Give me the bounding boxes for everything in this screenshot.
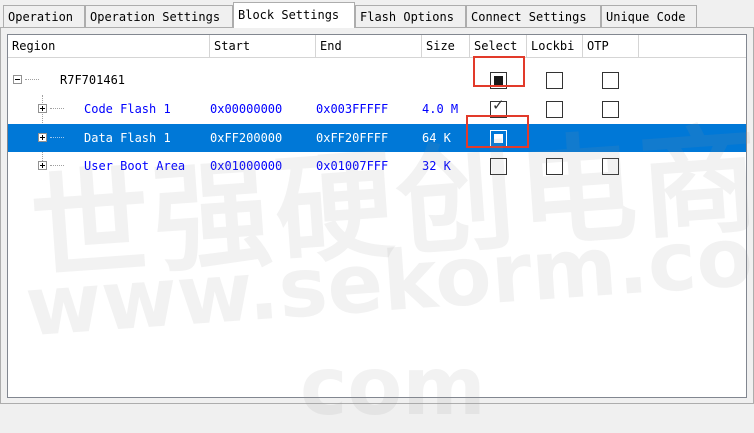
collapse-toggle-icon[interactable]	[13, 75, 22, 84]
table-row[interactable]: User Boot Area 0x01000000 0x01007FFF 32 …	[8, 152, 746, 180]
select-checkbox[interactable]	[490, 130, 507, 147]
tree-branch	[25, 79, 39, 80]
lockbit-checkbox[interactable]	[546, 101, 563, 118]
otp-checkbox[interactable]	[602, 158, 619, 175]
expand-toggle-icon[interactable]	[38, 104, 47, 113]
column-otp[interactable]: OTP	[583, 35, 639, 57]
table-row[interactable]: Data Flash 1 0xFF200000 0xFF20FFFF 64 K	[8, 124, 746, 152]
region-name: Code Flash 1	[84, 102, 171, 116]
region-name: Data Flash 1	[84, 131, 171, 145]
block-size: 64 K	[422, 131, 451, 145]
block-size: 32 K	[422, 159, 451, 173]
tree-branch	[50, 165, 64, 166]
table-row[interactable]: Code Flash 1 0x00000000 0x003FFFFF 4.0 M	[8, 95, 746, 123]
tree-branch	[50, 137, 64, 138]
column-size[interactable]: Size	[422, 35, 470, 57]
block-tree-grid: Region Start End Size Select Lockbi OTP …	[7, 34, 747, 398]
select-checkbox[interactable]	[490, 72, 507, 89]
tree-branch	[50, 108, 64, 109]
region-name: R7F701461	[60, 73, 126, 87]
column-lockbit[interactable]: Lockbi	[527, 35, 583, 57]
otp-checkbox[interactable]	[602, 72, 619, 89]
column-end[interactable]: End	[316, 35, 422, 57]
start-address: 0x01000000	[210, 159, 283, 173]
tab-operation-settings[interactable]: Operation Settings	[85, 5, 233, 27]
end-address: 0x01007FFF	[316, 159, 389, 173]
tab-unique-code[interactable]: Unique Code	[601, 5, 697, 27]
tab-operation[interactable]: Operation	[3, 5, 85, 27]
lockbit-checkbox[interactable]	[546, 158, 563, 175]
start-address: 0xFF200000	[210, 131, 283, 145]
column-region[interactable]: Region	[8, 35, 210, 57]
end-address: 0x003FFFFF	[316, 102, 389, 116]
tab-block-settings[interactable]: Block Settings	[233, 2, 355, 28]
table-row[interactable]: R7F701461	[8, 66, 746, 94]
block-settings-panel: Region Start End Size Select Lockbi OTP …	[0, 27, 754, 404]
column-select[interactable]: Select	[470, 35, 527, 57]
expand-toggle-icon[interactable]	[38, 161, 47, 170]
block-size: 4.0 M	[422, 102, 459, 116]
select-checkbox[interactable]	[490, 96, 507, 118]
start-address: 0x00000000	[210, 102, 283, 116]
tab-connect-settings[interactable]: Connect Settings	[466, 5, 601, 27]
tab-flash-options[interactable]: Flash Options	[355, 5, 466, 27]
expand-toggle-icon[interactable]	[38, 133, 47, 142]
region-name: User Boot Area	[84, 159, 186, 173]
select-checkbox[interactable]	[490, 158, 507, 175]
tab-strip: Operation Operation Settings Block Setti…	[0, 0, 754, 28]
column-header: Region Start End Size Select Lockbi OTP	[8, 35, 746, 58]
end-address: 0xFF20FFFF	[316, 131, 389, 145]
lockbit-checkbox[interactable]	[546, 72, 563, 89]
otp-checkbox[interactable]	[602, 101, 619, 118]
column-start[interactable]: Start	[210, 35, 316, 57]
